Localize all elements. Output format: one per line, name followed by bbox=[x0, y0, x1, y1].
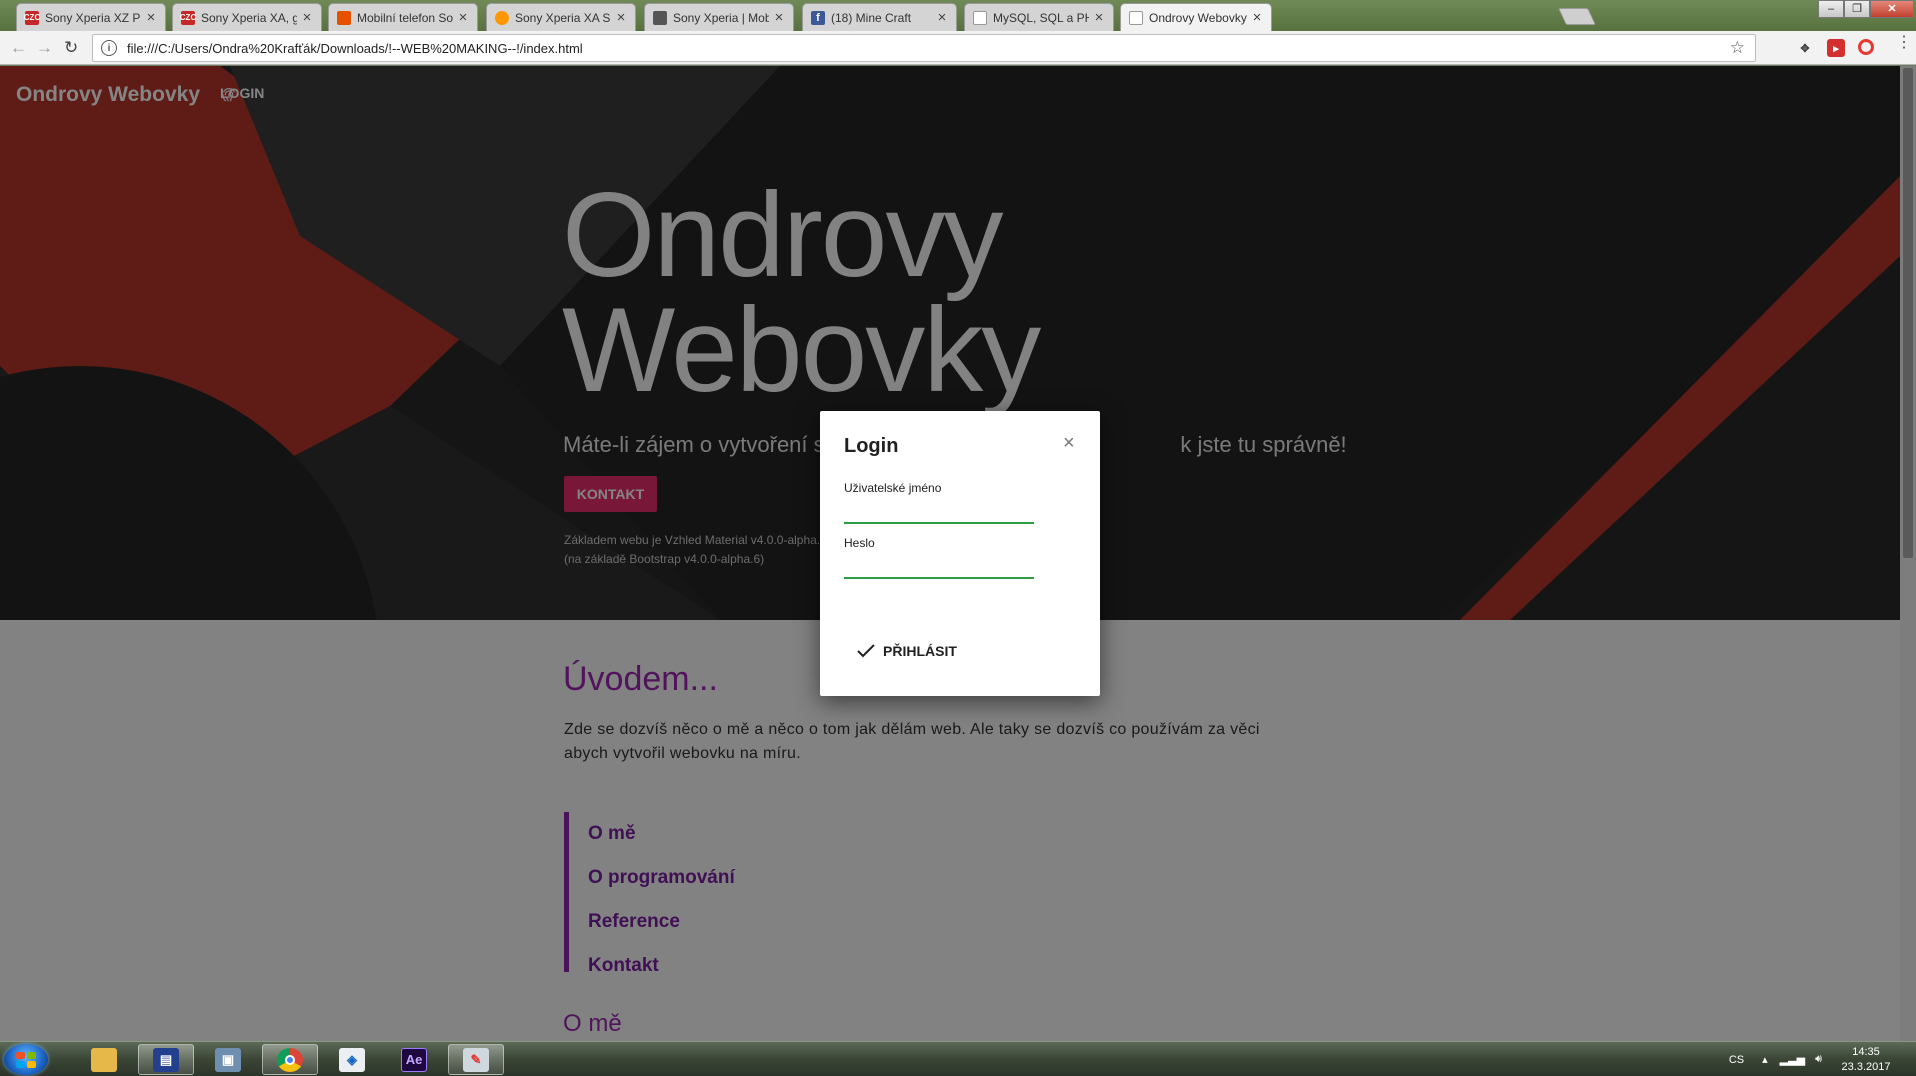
network-signal-icon[interactable]: ▂▃▅ bbox=[1780, 1053, 1805, 1066]
tab-title: (18) Mine Craft bbox=[831, 10, 912, 25]
chrome-icon bbox=[277, 1047, 303, 1072]
browser-tab-active[interactable]: Ondrovy Webovky × bbox=[1120, 3, 1272, 31]
back-icon[interactable]: ← bbox=[10, 39, 27, 56]
login-modal: Login × Uživatelské jméno Heslo PŘIHLÁSI… bbox=[820, 411, 1100, 696]
tab-title: Sony Xperia XZ Premium bbox=[45, 10, 141, 25]
close-tab-icon[interactable]: × bbox=[1093, 10, 1105, 25]
browser-toolbar: ← → ↻ i file:///C:/Users/Ondra%20Krafťák… bbox=[0, 31, 1916, 65]
browser-tab[interactable]: Mobilní telefon Sony Xpe × bbox=[328, 3, 478, 31]
bookmark-star-icon[interactable]: ☆ bbox=[1730, 38, 1745, 58]
clock-date: 23.3.2017 bbox=[1841, 1060, 1891, 1073]
document-icon bbox=[1129, 10, 1143, 25]
opera-extension-icon[interactable] bbox=[1858, 39, 1874, 55]
taskbar-paint[interactable]: ✎ bbox=[448, 1044, 504, 1075]
start-button[interactable] bbox=[4, 1044, 48, 1075]
close-tab-icon[interactable]: × bbox=[301, 10, 313, 25]
minimize-icon[interactable]: – bbox=[1818, 0, 1844, 18]
clock-time: 14:35 bbox=[1852, 1045, 1880, 1058]
tab-title: Ondrovy Webovky bbox=[1149, 10, 1247, 25]
browser-tab[interactable]: f (18) Mine Craft × bbox=[802, 3, 957, 31]
taskbar-security[interactable]: ◈ bbox=[324, 1044, 380, 1075]
close-tab-icon[interactable]: × bbox=[773, 10, 785, 25]
heureka-icon bbox=[495, 10, 509, 25]
forward-icon[interactable]: → bbox=[36, 39, 53, 56]
taskbar-chrome[interactable] bbox=[262, 1044, 318, 1075]
info-icon[interactable]: i bbox=[101, 40, 117, 56]
windows-taskbar: ▤ ▣ ◈ Ae ✎ CS ▴ ▂▃▅ 🔊︎ 14:35 23.3.2017 bbox=[0, 1041, 1916, 1076]
browser-tab[interactable]: Sony Xperia | Mobil se z × bbox=[644, 3, 794, 31]
password-label: Heslo bbox=[844, 536, 875, 550]
taskbar-network[interactable]: ▣ bbox=[200, 1044, 256, 1075]
shop-icon bbox=[337, 10, 351, 25]
url-text[interactable]: file:///C:/Users/Ondra%20Krafťák/Downloa… bbox=[127, 41, 1730, 56]
vertical-scrollbar[interactable] bbox=[1900, 66, 1916, 1041]
show-hidden-icons-icon[interactable]: ▴ bbox=[1762, 1053, 1768, 1066]
login-submit-button[interactable]: PŘIHLÁSIT bbox=[856, 643, 957, 659]
after-effects-icon: Ae bbox=[401, 1047, 427, 1072]
check-icon bbox=[857, 644, 875, 658]
browser-tab[interactable]: Sony Xperia XA Single SI × bbox=[486, 3, 636, 31]
browser-tab[interactable]: MySQL, SQL a PHP × bbox=[964, 3, 1114, 31]
browser-tab[interactable]: CZC Sony Xperia XZ Premium × bbox=[16, 3, 166, 31]
youtube-extension-icon[interactable]: ▸ bbox=[1827, 39, 1845, 57]
scrollbar-thumb[interactable] bbox=[1903, 68, 1913, 558]
username-input[interactable] bbox=[844, 500, 1034, 524]
browser-tab[interactable]: CZC Sony Xperia XA, grafitov × bbox=[172, 3, 322, 31]
new-tab-button[interactable] bbox=[1558, 8, 1596, 25]
taskbar-explorer[interactable] bbox=[76, 1044, 132, 1075]
extension-icon[interactable]: ✥ bbox=[1796, 39, 1814, 57]
menu-icon[interactable]: ⋮ bbox=[1896, 35, 1912, 51]
address-bar[interactable]: i file:///C:/Users/Ondra%20Krafťák/Downl… bbox=[92, 34, 1756, 62]
page-viewport: Ondrovy Webovky LOGIN Ondrovy Webovky Má… bbox=[0, 66, 1900, 1041]
tab-title: MySQL, SQL a PHP bbox=[993, 10, 1089, 25]
close-tab-icon[interactable]: × bbox=[936, 10, 948, 25]
close-window-icon[interactable]: ✕ bbox=[1870, 0, 1914, 18]
maximize-icon[interactable]: ❐ bbox=[1844, 0, 1870, 18]
volume-icon[interactable]: 🔊︎ bbox=[1815, 1053, 1822, 1066]
browser-tab-strip: CZC Sony Xperia XZ Premium × CZC Sony Xp… bbox=[0, 0, 1916, 31]
tab-title: Sony Xperia | Mobil se z bbox=[673, 10, 769, 25]
taskbar-after-effects[interactable]: Ae bbox=[386, 1044, 442, 1075]
tab-title: Mobilní telefon Sony Xpe bbox=[357, 10, 453, 25]
taskbar-save[interactable]: ▤ bbox=[138, 1044, 194, 1075]
document-icon bbox=[973, 10, 987, 25]
czc-icon: CZC bbox=[24, 10, 40, 25]
window-controls: – ❐ ✕ bbox=[1818, 0, 1914, 18]
czc-icon: CZC bbox=[180, 10, 196, 25]
windows-logo-icon bbox=[16, 1052, 36, 1068]
facebook-icon: f bbox=[811, 10, 825, 25]
close-tab-icon[interactable]: × bbox=[457, 10, 469, 25]
system-tray: CS ▴ ▂▃▅ 🔊︎ 14:35 23.3.2017 bbox=[1729, 1042, 1916, 1076]
close-tab-icon[interactable]: × bbox=[615, 10, 627, 25]
explorer-icon bbox=[91, 1047, 117, 1072]
security-icon: ◈ bbox=[339, 1047, 365, 1072]
page-icon bbox=[653, 10, 667, 25]
save-icon: ▤ bbox=[153, 1047, 179, 1072]
tab-title: Sony Xperia XA Single SI bbox=[515, 10, 611, 25]
password-input[interactable] bbox=[844, 555, 1034, 579]
tab-title: Sony Xperia XA, grafitov bbox=[201, 10, 297, 25]
reload-icon[interactable]: ↻ bbox=[64, 39, 78, 56]
close-tab-icon[interactable]: × bbox=[1251, 10, 1263, 25]
close-tab-icon[interactable]: × bbox=[145, 10, 157, 25]
network-icon: ▣ bbox=[215, 1047, 241, 1072]
paint-icon: ✎ bbox=[463, 1047, 489, 1072]
language-indicator[interactable]: CS bbox=[1729, 1054, 1744, 1066]
close-icon[interactable]: × bbox=[1063, 433, 1075, 453]
username-label: Uživatelské jméno bbox=[844, 481, 942, 495]
modal-title: Login bbox=[844, 435, 899, 457]
submit-label: PŘIHLÁSIT bbox=[883, 643, 957, 659]
clock[interactable]: 14:35 23.3.2017 bbox=[1836, 1045, 1896, 1075]
